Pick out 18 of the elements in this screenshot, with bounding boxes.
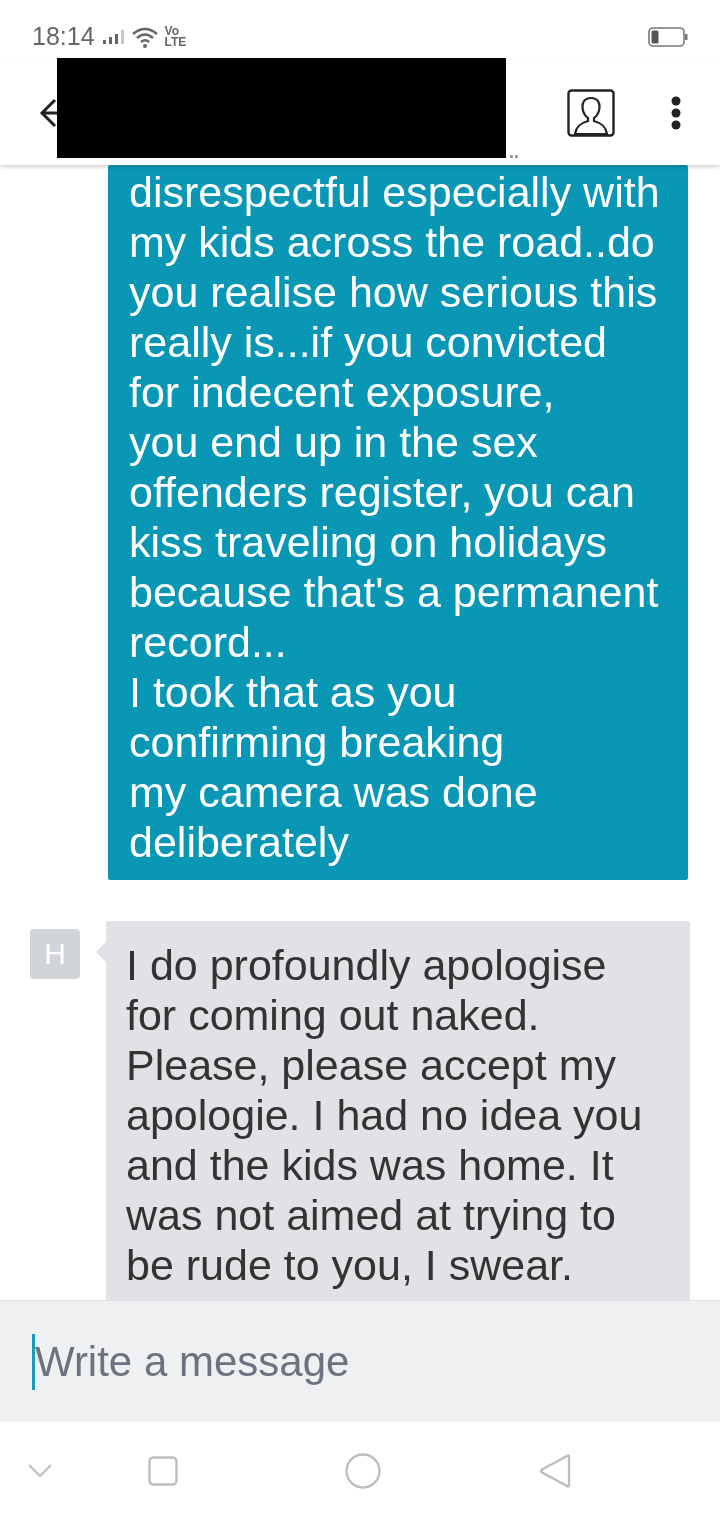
message-text: disrespectful especially with my kids across the road..do you realise how serious this really is...if you convicted for indecent exposure, you end up in the sex offenders register, you can kiss traveling on holidays because that's a permanent record... I took that as you confirming breaking my camera was done deliberately xyxy=(129,167,661,867)
text-cursor xyxy=(32,1333,35,1390)
more-options-icon[interactable] xyxy=(670,95,682,130)
clock-time: 18:14 xyxy=(32,21,95,53)
wifi-icon xyxy=(131,26,158,48)
back-arrow-icon[interactable] xyxy=(39,96,57,129)
message-field[interactable]: Write a message xyxy=(0,1300,720,1422)
triangle-icon[interactable] xyxy=(539,1453,571,1489)
contact-person-icon[interactable] xyxy=(567,88,615,137)
message-text: I do profoundly apologise for coming out naked. Please, please accept my apologie. I had no idea you and the kids was home. It was not aimed at trying to be rude to you, I swear. xyxy=(126,940,644,1290)
network-type-label: Vo LTE xyxy=(164,26,187,48)
header-subtitle: .. xyxy=(509,143,519,161)
square-icon[interactable] xyxy=(148,1456,178,1486)
circle-icon[interactable] xyxy=(345,1453,381,1489)
chevron-down-icon[interactable] xyxy=(28,1464,52,1478)
battery-icon xyxy=(648,27,688,47)
message-input[interactable]: Write a message xyxy=(35,1333,680,1390)
signal-icon xyxy=(102,30,125,44)
